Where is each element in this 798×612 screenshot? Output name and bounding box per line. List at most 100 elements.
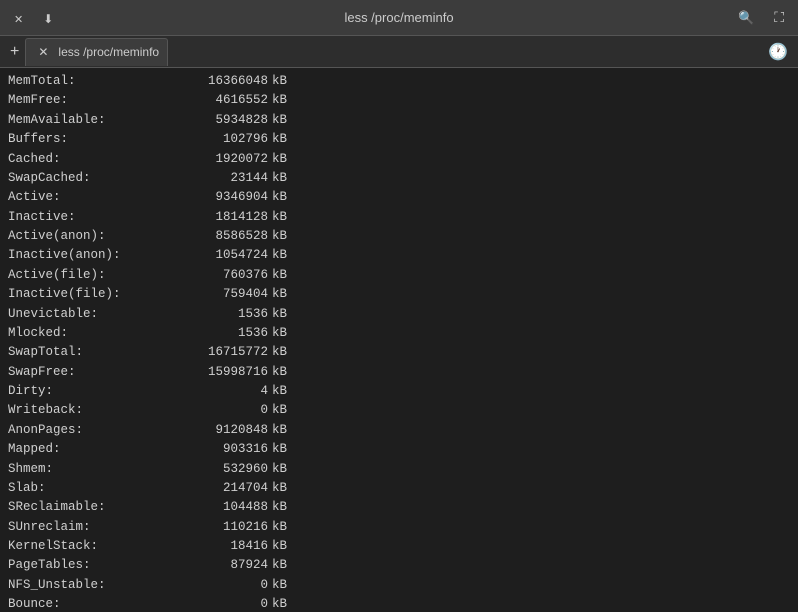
table-row: Buffers:102796kB [8, 130, 790, 149]
meminfo-key: Dirty: [8, 382, 168, 401]
meminfo-value: 1814128 [168, 208, 268, 227]
add-tab-button[interactable]: + [4, 38, 25, 66]
meminfo-unit: kB [272, 130, 287, 149]
meminfo-key: Mlocked: [8, 324, 168, 343]
meminfo-unit: kB [272, 421, 287, 440]
table-row: NFS_Unstable:0kB [8, 576, 790, 595]
meminfo-unit: kB [272, 382, 287, 401]
window-title: less /proc/meminfo [90, 10, 708, 25]
meminfo-key: SwapFree: [8, 363, 168, 382]
meminfo-value: 102796 [168, 130, 268, 149]
active-tab[interactable]: ✕ less /proc/meminfo [25, 38, 168, 66]
meminfo-value: 15998716 [168, 363, 268, 382]
meminfo-value: 1920072 [168, 150, 268, 169]
meminfo-unit: kB [272, 285, 287, 304]
close-button[interactable] [10, 8, 27, 28]
meminfo-key: MemTotal: [8, 72, 168, 91]
meminfo-unit: kB [272, 169, 287, 188]
fullscreen-button[interactable]: ⛶ [770, 7, 788, 28]
meminfo-value: 16366048 [168, 72, 268, 91]
meminfo-key: Unevictable: [8, 305, 168, 324]
meminfo-unit: kB [272, 498, 287, 517]
meminfo-value: 760376 [168, 266, 268, 285]
meminfo-value: 1536 [168, 324, 268, 343]
table-row: Mapped:903316kB [8, 440, 790, 459]
meminfo-value: 1054724 [168, 246, 268, 265]
table-row: MemTotal:16366048kB [8, 72, 790, 91]
meminfo-unit: kB [272, 72, 287, 91]
tab-bar: + ✕ less /proc/meminfo 🕐 [0, 36, 798, 68]
tab-label: less /proc/meminfo [58, 45, 159, 59]
meminfo-key: Mapped: [8, 440, 168, 459]
search-button[interactable]: 🔍 [734, 8, 758, 28]
meminfo-key: Inactive: [8, 208, 168, 227]
meminfo-unit: kB [272, 188, 287, 207]
meminfo-unit: kB [272, 460, 287, 479]
title-bar: less /proc/meminfo 🔍 ⛶ [0, 0, 798, 36]
meminfo-key: Buffers: [8, 130, 168, 149]
meminfo-value: 16715772 [168, 343, 268, 362]
table-row: Cached:1920072kB [8, 150, 790, 169]
meminfo-value: 104488 [168, 498, 268, 517]
meminfo-value: 110216 [168, 518, 268, 537]
table-row: AnonPages:9120848kB [8, 421, 790, 440]
meminfo-key: Bounce: [8, 595, 168, 612]
meminfo-value: 214704 [168, 479, 268, 498]
download-icon [43, 10, 53, 26]
table-row: Inactive(file):759404kB [8, 285, 790, 304]
content-area[interactable]: MemTotal:16366048kBMemFree:4616552kBMemA… [0, 68, 798, 612]
table-row: Active(file):760376kB [8, 266, 790, 285]
history-button[interactable]: 🕐 [762, 40, 794, 64]
close-icon [14, 10, 23, 26]
meminfo-key: AnonPages: [8, 421, 168, 440]
table-row: SUnreclaim:110216kB [8, 518, 790, 537]
meminfo-key: SwapCached: [8, 169, 168, 188]
meminfo-key: Slab: [8, 479, 168, 498]
table-row: SwapCached:23144kB [8, 169, 790, 188]
meminfo-value: 5934828 [168, 111, 268, 130]
meminfo-key: Writeback: [8, 401, 168, 420]
meminfo-value: 23144 [168, 169, 268, 188]
table-row: KernelStack:18416kB [8, 537, 790, 556]
title-bar-right: 🔍 ⛶ [708, 7, 788, 28]
meminfo-unit: kB [272, 91, 287, 110]
meminfo-key: SwapTotal: [8, 343, 168, 362]
meminfo-key: Active(anon): [8, 227, 168, 246]
fullscreen-icon: ⛶ [774, 9, 784, 26]
download-button[interactable] [39, 8, 57, 28]
meminfo-key: Inactive(file): [8, 285, 168, 304]
meminfo-unit: kB [272, 227, 287, 246]
tab-bar-actions: 🕐 [762, 40, 794, 64]
meminfo-key: SUnreclaim: [8, 518, 168, 537]
meminfo-key: MemFree: [8, 91, 168, 110]
meminfo-unit: kB [272, 518, 287, 537]
meminfo-key: Cached: [8, 150, 168, 169]
table-row: MemFree:4616552kB [8, 91, 790, 110]
meminfo-key: Shmem: [8, 460, 168, 479]
table-row: Inactive(anon):1054724kB [8, 246, 790, 265]
meminfo-unit: kB [272, 208, 287, 227]
meminfo-value: 9346904 [168, 188, 268, 207]
meminfo-value: 903316 [168, 440, 268, 459]
meminfo-unit: kB [272, 595, 287, 612]
meminfo-value: 4616552 [168, 91, 268, 110]
meminfo-value: 759404 [168, 285, 268, 304]
meminfo-value: 8586528 [168, 227, 268, 246]
meminfo-unit: kB [272, 305, 287, 324]
meminfo-value: 1536 [168, 305, 268, 324]
meminfo-unit: kB [272, 111, 287, 130]
tab-close-icon: ✕ [38, 45, 48, 59]
table-row: SwapTotal:16715772kB [8, 343, 790, 362]
meminfo-key: PageTables: [8, 556, 168, 575]
meminfo-unit: kB [272, 150, 287, 169]
table-row: Writeback:0kB [8, 401, 790, 420]
table-row: Mlocked:1536kB [8, 324, 790, 343]
table-row: Active(anon):8586528kB [8, 227, 790, 246]
meminfo-value: 0 [168, 401, 268, 420]
meminfo-unit: kB [272, 556, 287, 575]
table-row: MemAvailable:5934828kB [8, 111, 790, 130]
meminfo-key: NFS_Unstable: [8, 576, 168, 595]
table-row: SwapFree:15998716kB [8, 363, 790, 382]
meminfo-unit: kB [272, 537, 287, 556]
tab-close-button[interactable]: ✕ [34, 43, 52, 61]
